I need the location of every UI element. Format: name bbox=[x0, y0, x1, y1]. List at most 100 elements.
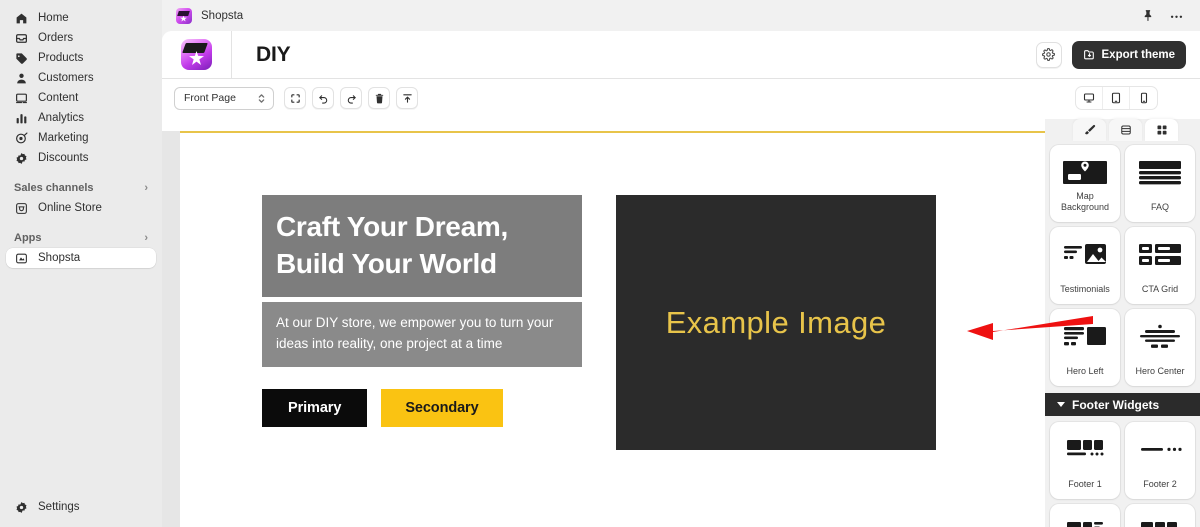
widget-card-label: FAQ bbox=[1150, 201, 1169, 212]
theme-settings-button[interactable] bbox=[1035, 41, 1062, 68]
widget-card-label: Footer 2 bbox=[1143, 478, 1177, 489]
sidebar-item-discounts[interactable]: Discounts bbox=[6, 148, 156, 168]
sidebar-gap-1 bbox=[0, 168, 162, 178]
shopsta-app-logo-icon bbox=[181, 39, 212, 70]
analytics-icon bbox=[14, 111, 29, 126]
widgets-tab[interactable] bbox=[1145, 119, 1178, 141]
sidebar-item-label: Home bbox=[38, 12, 69, 24]
widget-card-footer-1[interactable]: Footer 1 bbox=[1050, 422, 1120, 499]
footer-widgets-section-header[interactable]: Footer Widgets bbox=[1045, 393, 1200, 416]
hero-paragraph[interactable]: At our DIY store, we empower you to turn… bbox=[262, 302, 582, 368]
sidebar-item-home[interactable]: Home bbox=[6, 8, 156, 28]
hero-secondary-button[interactable]: Secondary bbox=[381, 389, 503, 428]
widget-card-label: Map Background bbox=[1060, 190, 1110, 212]
widget-card-hero-left[interactable]: Hero Left bbox=[1050, 309, 1120, 386]
theme-logo-cell bbox=[162, 31, 232, 79]
sidebar-item-marketing[interactable]: Marketing bbox=[6, 128, 156, 148]
home-icon bbox=[14, 11, 29, 26]
hero-image-placeholder[interactable]: Example Image bbox=[616, 195, 936, 450]
widget-card-cta-grid[interactable]: CTA Grid bbox=[1125, 227, 1195, 304]
footer-2-thumb-icon bbox=[1138, 431, 1182, 467]
sidebar-group-label: Apps bbox=[14, 232, 42, 244]
map-background-thumb-icon bbox=[1063, 154, 1107, 190]
desktop-view-button[interactable] bbox=[1076, 87, 1103, 109]
theme-preview-canvas[interactable]: Craft Your Dream, Build Your World At ou… bbox=[180, 131, 1167, 527]
widget-library-panel: Map Background FAQ Testimonials CTA Grid… bbox=[1045, 119, 1200, 527]
footer-widgets-section-title: Footer Widgets bbox=[1072, 397, 1160, 412]
sidebar-item-content[interactable]: Content bbox=[6, 88, 156, 108]
hero-heading-line-1: Craft Your Dream, bbox=[276, 211, 508, 242]
tablet-icon bbox=[1110, 92, 1122, 104]
sidebar-item-label: Products bbox=[38, 52, 84, 64]
hero-section[interactable]: Craft Your Dream, Build Your World At ou… bbox=[180, 133, 1167, 450]
editor-tool-group bbox=[284, 87, 418, 109]
widget-card-footer-4[interactable] bbox=[1125, 504, 1195, 527]
desktop-icon bbox=[1083, 92, 1095, 104]
sidebar-item-label: Analytics bbox=[38, 112, 85, 124]
online-store-icon bbox=[14, 201, 29, 216]
right-zone: Shopsta DIY Export theme Front Page Craf… bbox=[162, 0, 1200, 527]
sidebar-item-analytics[interactable]: Analytics bbox=[6, 108, 156, 128]
sidebar-group-apps[interactable]: Apps › bbox=[6, 228, 156, 248]
sidebar-item-customers[interactable]: Customers bbox=[6, 68, 156, 88]
footer-3-thumb-icon bbox=[1063, 513, 1107, 527]
hero-heading-line-2: Build Your World bbox=[276, 248, 497, 280]
design-tab[interactable] bbox=[1073, 119, 1106, 141]
shopsta-icon bbox=[14, 251, 29, 266]
chevron-right-icon[interactable]: › bbox=[144, 182, 148, 194]
page-title: DIY bbox=[256, 42, 291, 66]
ellipsis-icon[interactable] bbox=[1169, 8, 1184, 23]
export-theme-button[interactable]: Export theme bbox=[1071, 40, 1186, 69]
widget-card-footer-2[interactable]: Footer 2 bbox=[1125, 422, 1195, 499]
widget-card-label: Hero Left bbox=[1066, 365, 1104, 376]
sidebar-group-label: Sales channels bbox=[14, 182, 94, 194]
theme-editor-panel: DIY Export theme Front Page Craft Your D… bbox=[162, 31, 1200, 527]
hero-primary-button[interactable]: Primary bbox=[262, 389, 368, 428]
redo-button[interactable] bbox=[340, 87, 362, 109]
sidebar-settings-row: Settings bbox=[0, 497, 162, 517]
widget-card-faq[interactable]: FAQ bbox=[1125, 145, 1195, 222]
pin-icon[interactable] bbox=[1142, 9, 1155, 22]
delete-button[interactable] bbox=[368, 87, 390, 109]
widget-card-testimonials[interactable]: Testimonials bbox=[1050, 227, 1120, 304]
widget-panel-tabs bbox=[1045, 119, 1200, 141]
undo-icon bbox=[318, 93, 329, 104]
widget-panel-body[interactable]: Map Background FAQ Testimonials CTA Grid… bbox=[1045, 141, 1200, 527]
sidebar-item-shopsta[interactable]: Shopsta bbox=[6, 248, 156, 268]
mobile-icon bbox=[1138, 92, 1150, 104]
sidebar-item-settings[interactable]: Settings bbox=[6, 497, 156, 517]
widget-card-footer-3[interactable] bbox=[1050, 504, 1120, 527]
hero-center-thumb-icon bbox=[1138, 318, 1182, 354]
publish-button[interactable] bbox=[396, 87, 418, 109]
mobile-view-button[interactable] bbox=[1130, 87, 1157, 109]
editor-toolbar: Front Page bbox=[162, 79, 1200, 117]
export-theme-label: Export theme bbox=[1101, 48, 1176, 61]
content-icon bbox=[14, 91, 29, 106]
hero-image-placeholder-label: Example Image bbox=[665, 304, 887, 340]
sidebar-item-products[interactable]: Products bbox=[6, 48, 156, 68]
chevron-right-icon[interactable]: › bbox=[144, 232, 148, 244]
sidebar-item-label: Customers bbox=[38, 72, 94, 84]
tablet-view-button[interactable] bbox=[1103, 87, 1130, 109]
page-select[interactable]: Front Page bbox=[174, 86, 274, 110]
gear-icon bbox=[14, 500, 29, 515]
widget-card-label: Testimonials bbox=[1060, 283, 1110, 294]
widget-card-hero-center[interactable]: Hero Center bbox=[1125, 309, 1195, 386]
fullscreen-button[interactable] bbox=[284, 87, 306, 109]
products-icon bbox=[14, 51, 29, 66]
widget-card-label: Hero Center bbox=[1135, 365, 1185, 376]
gear-icon bbox=[1042, 48, 1055, 61]
undo-button[interactable] bbox=[312, 87, 334, 109]
hero-heading[interactable]: Craft Your Dream, Build Your World bbox=[262, 195, 582, 298]
app-bar-actions bbox=[1142, 8, 1190, 23]
testimonials-thumb-icon bbox=[1063, 236, 1107, 272]
footer-4-thumb-icon bbox=[1138, 513, 1182, 527]
sidebar-item-online-store[interactable]: Online Store bbox=[6, 198, 156, 218]
footer-1-thumb-icon bbox=[1063, 431, 1107, 467]
sidebar-group-sales-channels[interactable]: Sales channels › bbox=[6, 178, 156, 198]
widget-card-map-background[interactable]: Map Background bbox=[1050, 145, 1120, 222]
sidebar-item-orders[interactable]: Orders bbox=[6, 28, 156, 48]
sidebar-item-label: Discounts bbox=[38, 152, 89, 164]
fullscreen-icon bbox=[290, 93, 301, 104]
layers-tab[interactable] bbox=[1109, 119, 1142, 141]
